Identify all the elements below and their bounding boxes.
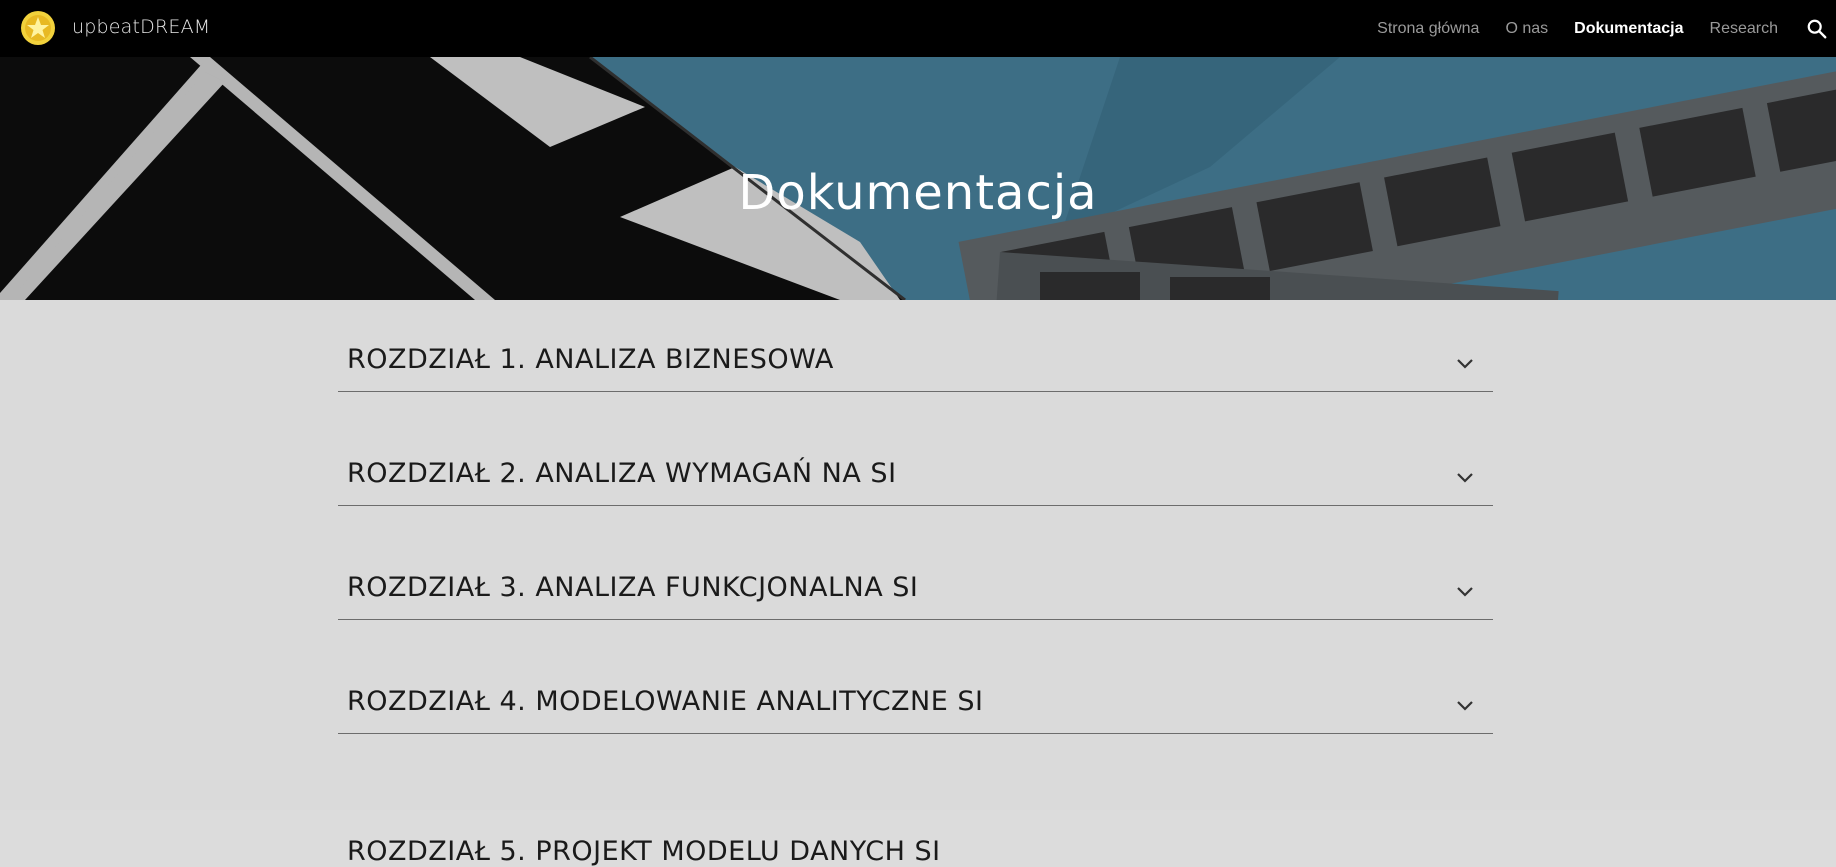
main-menu: Strona główna O nas Dokumentacja Researc… [1351,0,1836,57]
site-name[interactable]: upbeatDREAM [72,16,210,38]
section-title: ROZDZIAŁ 3. ANALIZA FUNKCJONALNA SI [347,572,919,603]
nav-strona-glowna[interactable]: Strona główna [1377,20,1479,38]
chevron-down-icon[interactable] [1455,585,1475,599]
collapsible-section-4[interactable]: ROZDZIAŁ 4. MODELOWANIE ANALITYCZNE SI [338,642,1493,734]
nav-o-nas[interactable]: O nas [1505,20,1548,38]
collapsible-section-1[interactable]: ROZDZIAŁ 1. ANALIZA BIZNESOWA [338,300,1493,392]
search-icon[interactable] [1806,18,1828,40]
section-title: ROZDZIAŁ 5. PROJEKT MODELU DANYCH SI [347,836,941,867]
chevron-down-icon[interactable] [1455,699,1475,713]
chevron-down-icon[interactable] [1455,471,1475,485]
nav-research[interactable]: Research [1710,20,1778,38]
nav-dokumentacja[interactable]: Dokumentacja [1574,20,1683,38]
collapsible-section-2[interactable]: ROZDZIAŁ 2. ANALIZA WYMAGAŃ NA SI [338,414,1493,506]
top-navbar: upbeatDREAM Strona główna O nas Dokument… [0,0,1836,57]
section-title: ROZDZIAŁ 4. MODELOWANIE ANALITYCZNE SI [347,686,984,717]
collapsible-section-5[interactable]: ROZDZIAŁ 5. PROJEKT MODELU DANYCH SI [338,756,1493,867]
content-area: ROZDZIAŁ 1. ANALIZA BIZNESOWA ROZDZIAŁ 2… [0,300,1836,867]
collapsible-section-3[interactable]: ROZDZIAŁ 3. ANALIZA FUNKCJONALNA SI [338,528,1493,620]
section-title: ROZDZIAŁ 1. ANALIZA BIZNESOWA [347,344,834,375]
section-title: ROZDZIAŁ 2. ANALIZA WYMAGAŃ NA SI [347,458,897,489]
chevron-down-icon[interactable] [1455,357,1475,371]
star-coin-icon[interactable] [20,10,56,46]
hero-banner: Dokumentacja [0,57,1836,300]
page-title: Dokumentacja [738,165,1098,221]
